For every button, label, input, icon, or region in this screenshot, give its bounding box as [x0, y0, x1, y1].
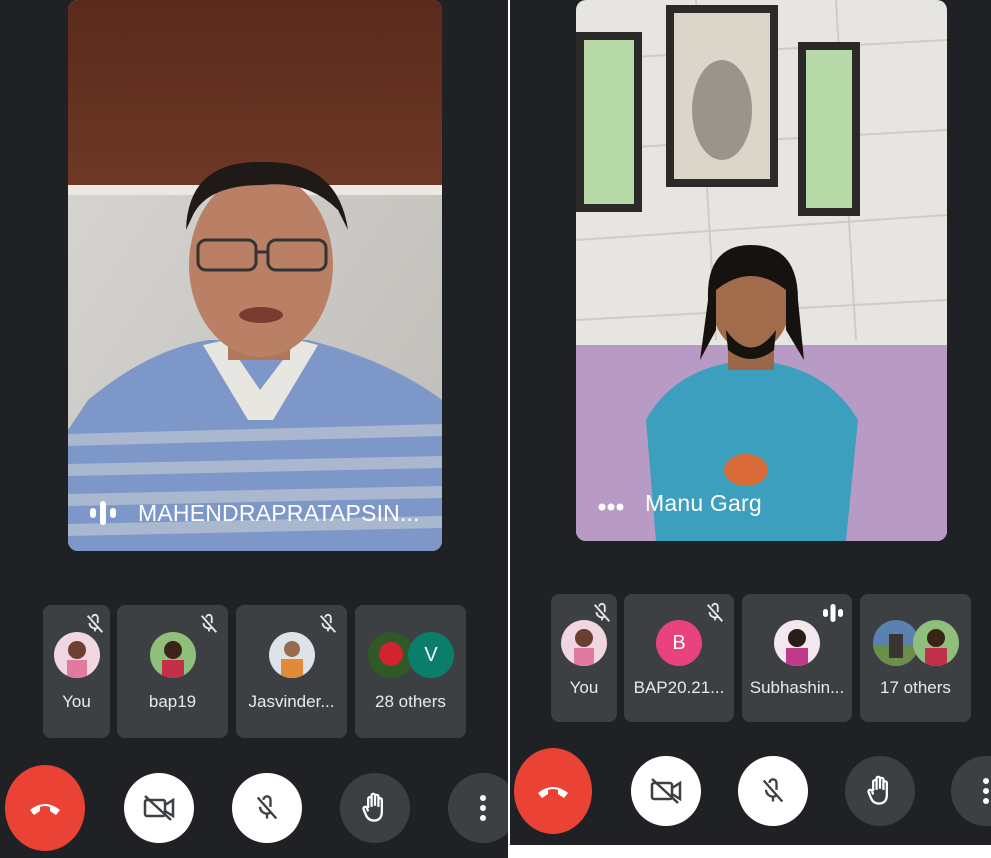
participant-tile-others[interactable]: V 28 others	[355, 605, 466, 738]
mic-off-icon	[317, 613, 339, 635]
hand-icon	[362, 792, 383, 822]
avatar-letter-text: B	[672, 631, 686, 654]
participant-label: bap19	[148, 692, 197, 711]
avatar	[150, 632, 196, 678]
participant-label: BAP20.21...	[633, 678, 725, 697]
avatar	[913, 620, 959, 666]
speaker-name: Manu Garg	[645, 490, 762, 516]
mic-toggle-button[interactable]	[232, 773, 302, 843]
raise-hand-button[interactable]	[340, 773, 410, 843]
mic-off-icon	[84, 613, 106, 635]
more-vert-icon	[983, 778, 989, 804]
avatar	[561, 620, 607, 666]
avatar	[269, 632, 315, 678]
speaker-video-feed	[68, 0, 442, 551]
end-call-button[interactable]	[5, 765, 85, 851]
phone-hangup-icon	[30, 804, 60, 815]
right-call-screen: Manu Garg You B BAP20.21... Subhashin...…	[510, 0, 991, 845]
participant-label: You	[62, 692, 91, 711]
participant-tile-you[interactable]: You	[43, 605, 110, 738]
more-vert-icon	[480, 795, 486, 821]
camera-toggle-button[interactable]	[631, 756, 701, 826]
more-options-button[interactable]	[448, 773, 508, 843]
speaker-name: MAHENDRAPRATAPSIN...	[138, 500, 420, 526]
avatar	[54, 632, 100, 678]
speaking-indicator-icon	[90, 498, 116, 533]
left-call-screen: MAHENDRAPRATAPSIN... You bap19 Jasvinder…	[0, 0, 508, 858]
camera-off-icon	[650, 778, 682, 804]
participant-tile-others[interactable]: 17 others	[860, 594, 971, 722]
camera-off-icon	[143, 795, 175, 821]
camera-toggle-button[interactable]	[124, 773, 194, 843]
mic-off-icon	[198, 613, 220, 635]
avatar-letter: V	[408, 632, 454, 678]
participant-label: 28 others	[375, 692, 446, 711]
mic-off-icon	[704, 602, 726, 624]
participant-tile-bap19[interactable]: bap19	[117, 605, 228, 738]
speaker-video-feed	[576, 0, 947, 541]
participant-tile-jasvinder[interactable]: Jasvinder...	[236, 605, 347, 738]
raise-hand-button[interactable]	[845, 756, 915, 826]
participant-tile-you[interactable]: You	[551, 594, 617, 722]
participant-label: Subhashin...	[749, 678, 845, 697]
avatar-letter-text: V	[424, 643, 438, 666]
participant-label: You	[569, 678, 599, 697]
main-video-tile[interactable]: MAHENDRAPRATAPSIN...	[68, 0, 442, 551]
audio-level-icon	[822, 602, 844, 624]
avatar-letter: B	[656, 620, 702, 666]
participant-tile-subhashini[interactable]: Subhashin...	[742, 594, 852, 722]
mic-off-icon	[256, 795, 278, 820]
mic-off-icon	[591, 602, 613, 624]
phone-hangup-icon	[538, 787, 568, 798]
main-video-tile[interactable]: Manu Garg	[576, 0, 947, 541]
mic-off-icon	[762, 778, 784, 803]
participant-label: 17 others	[880, 678, 951, 697]
participant-tile-bap20[interactable]: B BAP20.21...	[624, 594, 734, 722]
mic-toggle-button[interactable]	[738, 756, 808, 826]
more-options-button[interactable]	[951, 756, 991, 826]
end-call-button[interactable]	[514, 748, 592, 834]
avatar	[774, 620, 820, 666]
participant-label: Jasvinder...	[248, 692, 335, 711]
more-dots-icon	[598, 498, 624, 516]
hand-icon	[867, 775, 888, 805]
